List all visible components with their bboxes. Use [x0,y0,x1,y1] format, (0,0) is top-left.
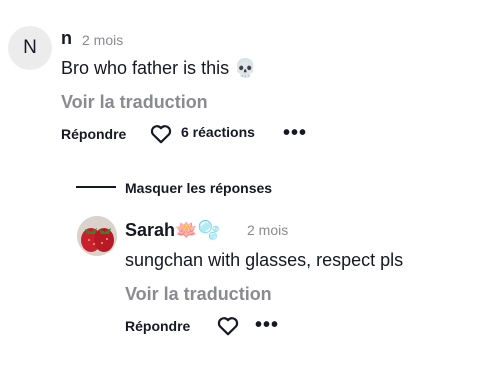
strawberry-avatar-image [77,216,117,256]
reactions-count[interactable]: 6 réactions [181,124,255,140]
translate-link[interactable]: Voir la traduction [125,284,272,305]
reply-time: 2 mois [247,222,289,238]
comment-username[interactable]: n [61,28,72,49]
reply-button[interactable]: Répondre [61,126,126,142]
hide-replies-button[interactable]: Masquer les réponses [125,180,272,196]
avatar[interactable] [77,216,117,256]
divider-line [76,186,116,188]
reply-username[interactable]: Sarah🪷🫧 [125,220,220,241]
translate-link[interactable]: Voir la traduction [61,92,208,113]
reply-button[interactable]: Répondre [125,318,190,334]
reply-text: sungchan with glasses, respect pls [125,250,404,270]
more-options-button[interactable]: ••• [255,315,279,335]
comment-text: Bro who father is this 💀 [61,58,257,78]
avatar-initial: N [23,37,37,58]
heart-icon[interactable] [150,124,172,144]
avatar[interactable]: N [8,26,52,70]
heart-icon[interactable] [217,316,239,336]
comment-time: 2 mois [82,32,124,48]
more-options-button[interactable]: ••• [283,123,307,143]
